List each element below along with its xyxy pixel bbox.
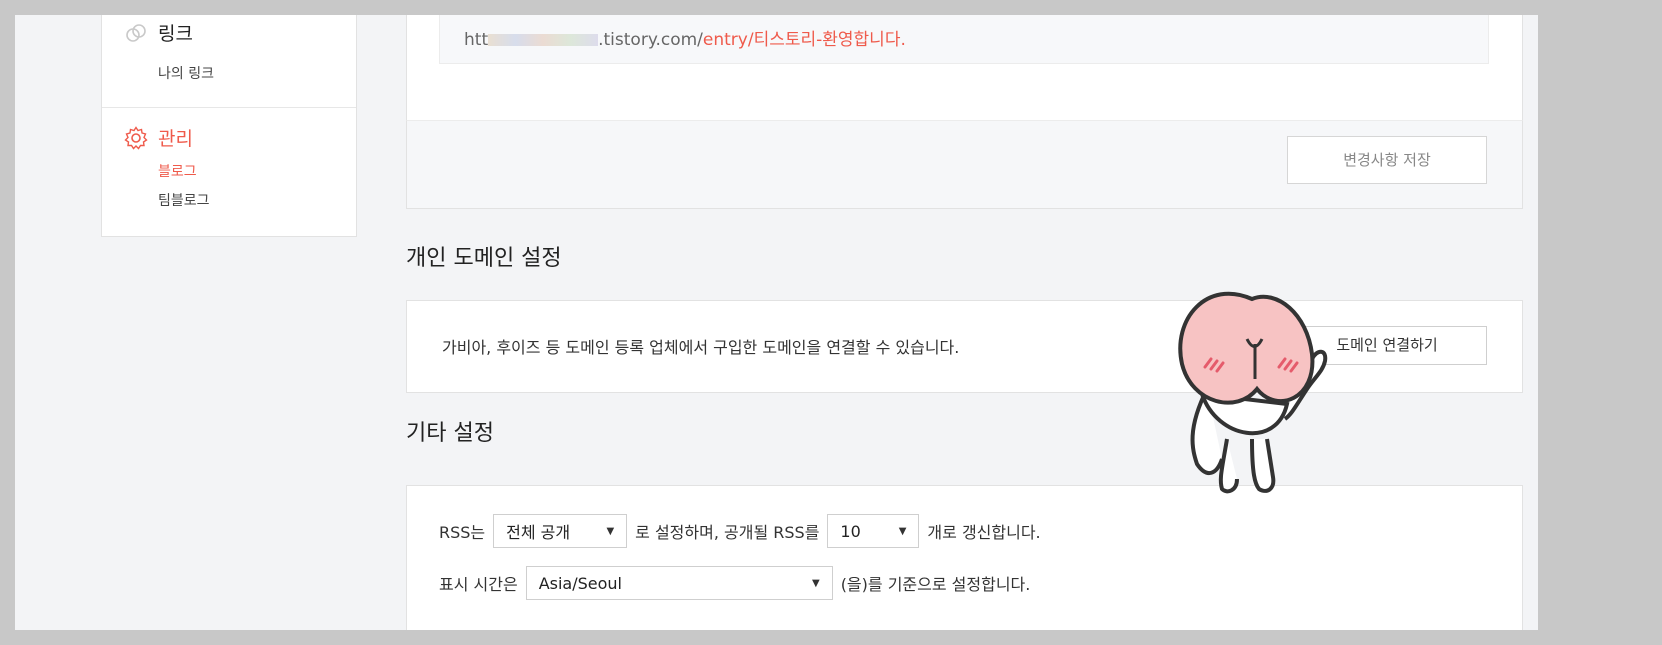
redacted-url-part xyxy=(488,34,599,46)
rss-visibility-value: 전체 공개 xyxy=(506,523,571,542)
etc-panel: RSS는 전체 공개 ▼ 로 설정하며, 공개될 RSS를 10 ▼ 개로 갱신… xyxy=(406,485,1523,630)
url-preview: htt .tistory.com/entry/티스토리-환영합니다. xyxy=(439,15,1489,64)
url-prefix: htt xyxy=(464,30,489,50)
rss-visibility-select[interactable]: 전체 공개 ▼ xyxy=(493,514,628,548)
rss-middle-label: 로 설정하며, 공개될 RSS를 xyxy=(635,523,820,542)
sidebar-item-team-blog[interactable]: 팀블로그 xyxy=(158,190,210,210)
caret-down-icon: ▼ xyxy=(811,577,820,589)
gear-icon xyxy=(124,126,148,150)
sidebar-item-my-link[interactable]: 나의 링크 xyxy=(158,63,214,83)
timezone-label: 표시 시간은 xyxy=(439,575,518,594)
domain-panel: 가비아, 후이즈 등 도메인 등록 업체에서 구입한 도메인을 연결할 수 있습… xyxy=(406,300,1523,393)
sidebar-section-manage: 관리 블로그 팀블로그 xyxy=(102,108,356,228)
bottom-border xyxy=(0,630,1662,645)
etc-section-title: 기타 설정 xyxy=(406,421,494,446)
app-frame: 링크 나의 링크 관리 블로그 팀블로그 htt .tistory.com/ent… xyxy=(15,15,1538,630)
sidebar-item-blog[interactable]: 블로그 xyxy=(158,161,197,181)
domain-section-title: 개인 도메인 설정 xyxy=(406,246,562,271)
timezone-row: 표시 시간은 Asia/Seoul ▼ (을)를 기준으로 설정합니다. xyxy=(439,566,1030,600)
url-path: entry/티스토리-환영합니다. xyxy=(702,30,906,50)
link-icon xyxy=(126,24,146,42)
top-border xyxy=(0,0,1662,15)
caret-down-icon: ▼ xyxy=(898,525,907,537)
timezone-select[interactable]: Asia/Seoul ▼ xyxy=(525,566,833,600)
save-changes-button[interactable]: 변경사항 저장 xyxy=(1287,136,1487,184)
timezone-value: Asia/Seoul xyxy=(538,573,622,593)
sidebar-section-link: 링크 나의 링크 xyxy=(102,15,356,108)
rss-label: RSS는 xyxy=(439,523,486,542)
rss-count-value: 10 xyxy=(840,521,861,541)
rss-after-label: 개로 갱신합니다. xyxy=(927,523,1041,542)
url-domain: .tistory.com/ xyxy=(598,30,703,50)
rss-count-select[interactable]: 10 ▼ xyxy=(827,514,920,548)
timezone-after-label: (을)를 기준으로 설정합니다. xyxy=(840,575,1031,594)
peach-mascot-sticker xyxy=(1178,291,1328,494)
sidebar: 링크 나의 링크 관리 블로그 팀블로그 xyxy=(101,15,357,237)
url-panel: htt .tistory.com/entry/티스토리-환영합니다. xyxy=(406,15,1523,122)
caret-down-icon: ▼ xyxy=(606,525,615,537)
rss-row: RSS는 전체 공개 ▼ 로 설정하며, 공개될 RSS를 10 ▼ 개로 갱신… xyxy=(439,514,1041,548)
save-strip: 변경사항 저장 xyxy=(406,120,1523,209)
domain-description: 가비아, 후이즈 등 도메인 등록 업체에서 구입한 도메인을 연결할 수 있습… xyxy=(442,338,960,357)
sidebar-manage-title[interactable]: 관리 xyxy=(158,124,193,151)
sidebar-link-title[interactable]: 링크 xyxy=(158,19,193,46)
